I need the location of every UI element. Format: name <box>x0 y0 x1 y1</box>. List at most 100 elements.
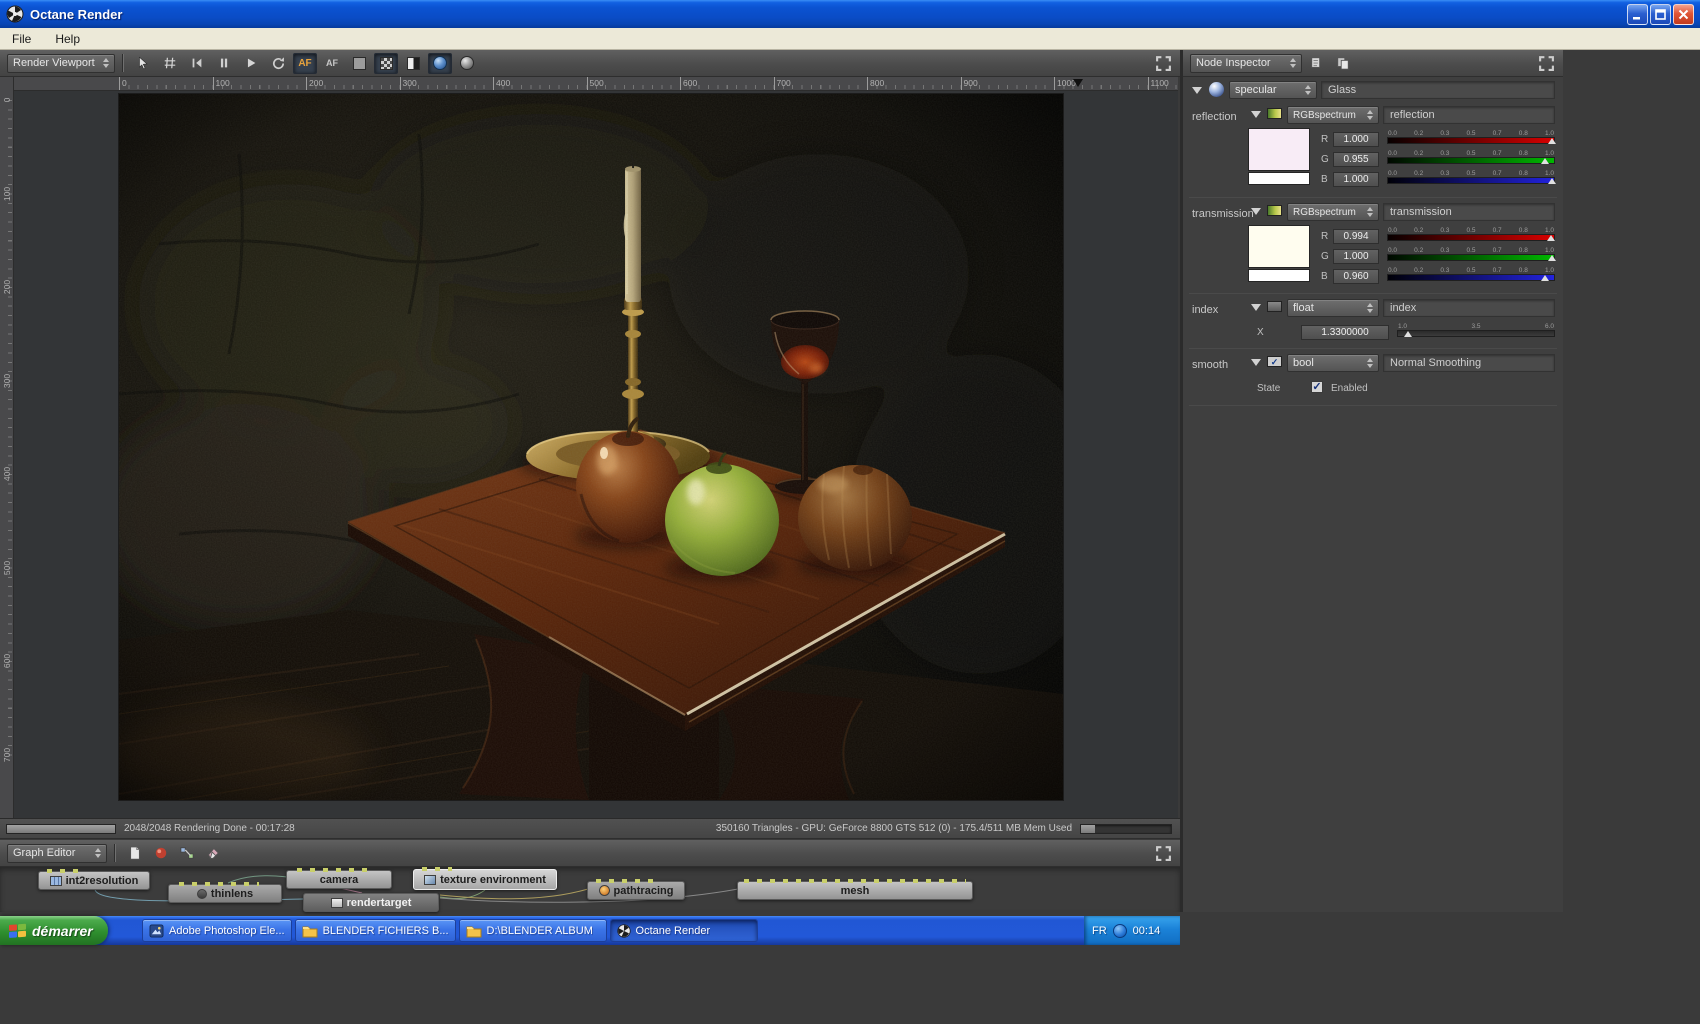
taskbar-item-blender-album[interactable]: D:\BLENDER ALBUM <box>458 919 607 942</box>
reflection-color-swatch[interactable] <box>1248 128 1310 171</box>
collapse-triangle-icon[interactable] <box>1192 87 1202 94</box>
transmission-b-value[interactable]: 0.960 <box>1333 269 1379 284</box>
menu-file[interactable]: File <box>0 29 43 49</box>
transmission-r-value[interactable]: 0.994 <box>1333 229 1379 244</box>
taskbar-item-blender-files[interactable]: BLENDER FICHIERS B... <box>294 919 456 942</box>
play-render-button[interactable] <box>239 53 263 74</box>
index-slider[interactable]: 1.0 3.5 6.0 <box>1397 323 1555 338</box>
pause-render-button[interactable] <box>212 53 236 74</box>
graph-node-pathtracing[interactable]: pathtracing <box>587 879 685 900</box>
render-region-button[interactable] <box>428 52 452 74</box>
graph-pane-selector-label: Graph Editor <box>13 847 76 859</box>
slider-marker-icon[interactable] <box>1548 178 1556 184</box>
reflection-g-value[interactable]: 0.955 <box>1333 152 1379 167</box>
collapse-triangle-icon[interactable] <box>1251 111 1261 118</box>
list-item: 0.2 <box>1414 170 1424 177</box>
transmission-g-value[interactable]: 1.000 <box>1333 249 1379 264</box>
reflection-value-strip[interactable] <box>1248 172 1310 185</box>
index-value[interactable]: 1.3300000 <box>1301 325 1389 340</box>
window-titlebar[interactable]: Octane Render <box>0 0 1700 28</box>
taskbar-item-photoshop[interactable]: Adobe Photoshop Ele... <box>142 919 292 942</box>
reflection-type-combo[interactable]: RGBspectrum <box>1287 106 1379 124</box>
solid-background-button[interactable] <box>347 53 371 74</box>
restart-render-button[interactable] <box>185 53 209 74</box>
link-nodes-button[interactable] <box>175 843 198 863</box>
new-material-button[interactable] <box>149 843 172 863</box>
transmission-value-strip[interactable] <box>1248 269 1310 282</box>
language-indicator[interactable]: FR <box>1092 925 1107 937</box>
viewport-expand-button[interactable] <box>1155 55 1172 72</box>
reflection-b-value[interactable]: 1.000 <box>1333 172 1379 187</box>
ruler-label: 400 <box>493 77 587 90</box>
inspector-pane-selector[interactable]: Node Inspector <box>1190 53 1302 73</box>
inspector-copy-button[interactable] <box>1331 53 1354 73</box>
reflection-r-slider[interactable]: 0.0 0.2 0.3 0.5 0.7 0.8 1.0 <box>1387 130 1556 145</box>
start-button[interactable]: démarrer <box>0 916 108 945</box>
list-item: 0.0 <box>1388 170 1398 177</box>
maximize-button[interactable] <box>1650 3 1671 25</box>
reflection-g-slider[interactable]: 0.0 0.2 0.3 0.5 0.7 0.8 1.0 <box>1387 150 1555 165</box>
transmission-type-combo[interactable]: RGBspectrum <box>1287 203 1379 221</box>
graph-node-mesh[interactable]: mesh <box>737 879 973 900</box>
smooth-name-field[interactable]: Normal Smoothing <box>1383 354 1555 372</box>
channel-label: G <box>1321 251 1329 262</box>
graph-node-camera[interactable]: camera <box>286 868 392 889</box>
contrast-square-icon <box>406 56 420 70</box>
slider-marker-icon[interactable] <box>1541 275 1550 281</box>
transmission-color-swatch[interactable] <box>1248 225 1310 268</box>
alpha-checkerboard-button[interactable] <box>374 52 398 74</box>
taskbar-buttons: Adobe Photoshop Ele... BLENDER FICHIERS … <box>142 919 1080 942</box>
reflection-name-field[interactable]: reflection <box>1383 106 1555 124</box>
index-name-field[interactable]: index <box>1383 299 1555 317</box>
autofocus-lock-button[interactable]: AF <box>293 52 317 74</box>
smooth-type-combo[interactable]: bool <box>1287 354 1379 372</box>
smooth-enabled-checkbox[interactable]: ✓ <box>1311 381 1323 393</box>
horizontal-ruler: 0 100 200 300 400 500 600 700 800 900 1000 1100 <box>14 77 1178 91</box>
collapse-triangle-icon[interactable] <box>1251 359 1261 366</box>
collapse-triangle-icon[interactable] <box>1251 304 1261 311</box>
material-name-field[interactable]: Glass <box>1321 81 1555 99</box>
transmission-r-slider[interactable]: 0.0 0.2 0.3 0.5 0.7 0.8 1.0 <box>1387 227 1555 242</box>
tray-language-icon[interactable] <box>1112 923 1127 938</box>
contrast-toggle-button[interactable] <box>401 53 425 74</box>
viewport-pane-selector[interactable]: Render Viewport <box>7 53 115 73</box>
slider-marker-icon[interactable] <box>1404 331 1413 337</box>
menu-help[interactable]: Help <box>43 29 92 49</box>
ruler-marker-icon[interactable] <box>1073 79 1083 87</box>
minimize-button[interactable] <box>1627 3 1648 25</box>
graph-node-thinlens[interactable]: thinlens <box>168 882 282 903</box>
graph-node-texture-environment[interactable]: texture environment <box>413 867 557 890</box>
collapse-triangle-icon[interactable] <box>1251 208 1261 215</box>
reflection-b-slider[interactable]: 0.0 0.2 0.3 0.5 0.7 0.8 1.0 <box>1387 170 1556 185</box>
inspector-expand-button[interactable] <box>1538 55 1555 72</box>
select-arrow-button[interactable] <box>131 53 155 74</box>
node-graph-canvas[interactable]: int2resolution thinlens camera texture e… <box>0 867 1180 912</box>
transmission-b-slider[interactable]: 0.0 0.2 0.3 0.5 0.7 0.8 1.0 <box>1387 267 1555 282</box>
taskbar-item-octane[interactable]: Octane Render <box>609 919 758 942</box>
autofocus-once-button[interactable]: AF <box>320 53 344 74</box>
new-graph-button[interactable] <box>123 843 146 863</box>
delete-node-button[interactable] <box>201 843 224 863</box>
slider-marker-icon[interactable] <box>1540 158 1549 164</box>
render-viewport[interactable] <box>14 91 1178 818</box>
material-preview-button[interactable] <box>455 53 479 74</box>
graph-expand-button[interactable] <box>1155 845 1172 862</box>
material-type-combo[interactable]: specular <box>1229 81 1317 99</box>
graph-node-int2resolution[interactable]: int2resolution <box>38 869 150 890</box>
reflection-r-value[interactable]: 1.000 <box>1333 132 1379 147</box>
index-type-combo[interactable]: float <box>1287 299 1379 317</box>
refresh-render-button[interactable] <box>266 53 290 74</box>
slider-marker-icon[interactable] <box>1548 138 1556 144</box>
clock[interactable]: 00:14 <box>1133 925 1161 937</box>
inspector-pin-button[interactable] <box>1305 53 1328 73</box>
toolbar-separator <box>122 54 124 72</box>
slider-marker-icon[interactable] <box>1547 235 1555 241</box>
slider-marker-icon[interactable] <box>1548 255 1556 261</box>
ruler-label: 400 <box>2 466 12 482</box>
close-button[interactable] <box>1673 3 1694 25</box>
transmission-g-slider[interactable]: 0.0 0.2 0.3 0.5 0.7 0.8 1.0 <box>1387 247 1556 262</box>
graph-node-rendertarget[interactable]: rendertarget <box>303 893 439 912</box>
graph-pane-selector[interactable]: Graph Editor <box>7 843 107 863</box>
pan-grid-button[interactable] <box>158 53 182 74</box>
transmission-name-field[interactable]: transmission <box>1383 203 1555 221</box>
